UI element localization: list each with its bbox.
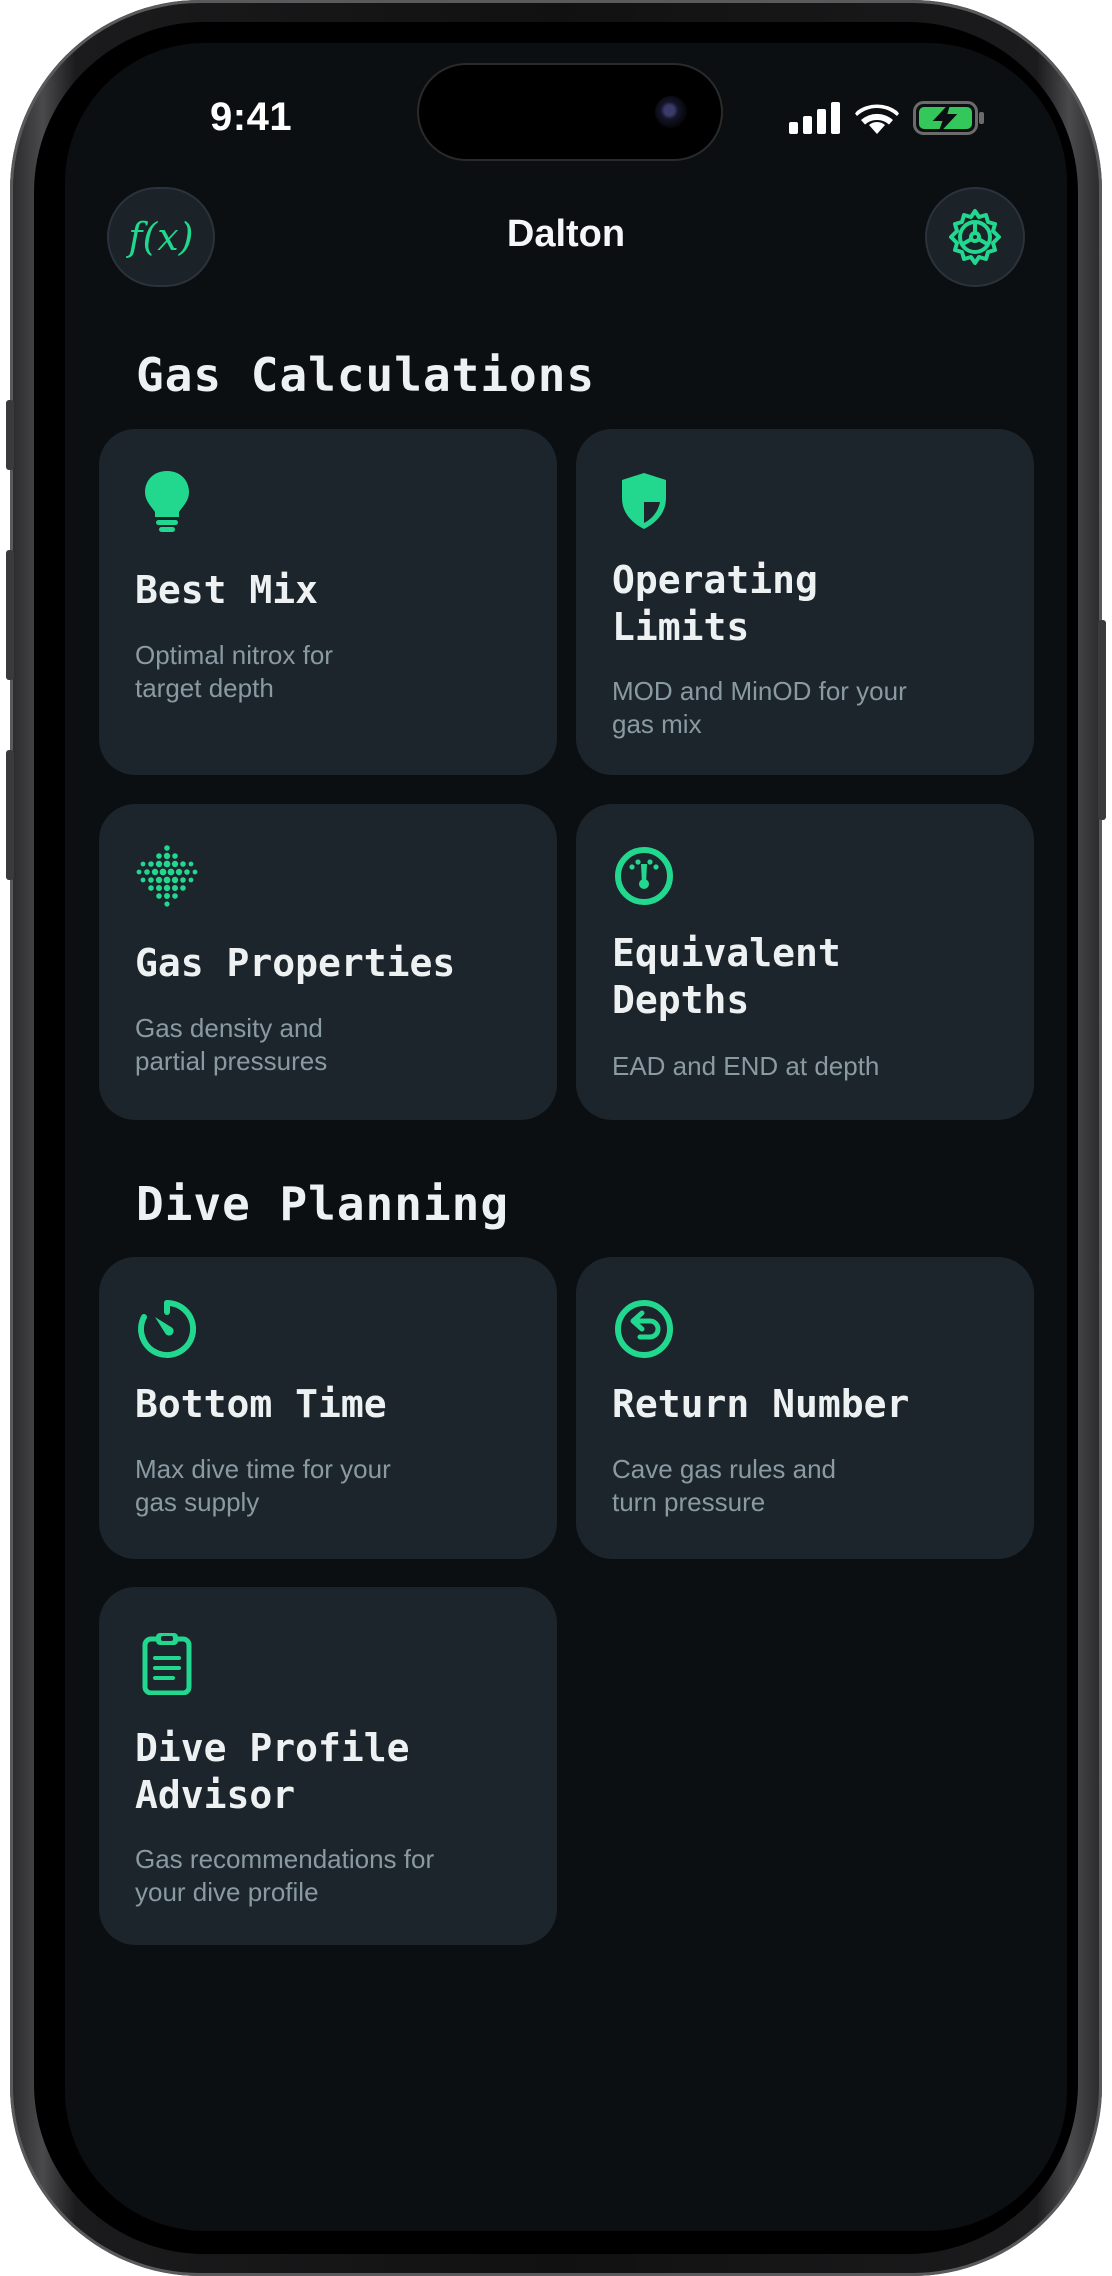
volume-up-button (6, 550, 14, 680)
screen: 9:41 f(x) Dalton Gas Calculations Best M… (65, 43, 1067, 2231)
battery-charging-icon (913, 101, 984, 135)
dynamic-island (419, 65, 721, 159)
card-title: Gas Properties (135, 941, 456, 985)
gauge-icon (615, 847, 673, 905)
cellular-signal-icon (789, 102, 840, 134)
clipboard-icon (142, 1633, 192, 1695)
home-indicator (425, 2211, 707, 2217)
card-subtitle: EAD and END at depth (612, 1051, 880, 1081)
card-operating-limits[interactable]: Operating Limits MOD and MinOD for your … (576, 429, 1034, 775)
page-title: Dalton (506, 213, 626, 255)
shield-icon (622, 473, 666, 529)
card-subtitle: Gas recommendations for your dive profil… (135, 1844, 435, 1907)
card-title: Best Mix (135, 568, 319, 612)
card-subtitle: Gas density and partial pressures (135, 1013, 328, 1076)
dot-grid-icon (136, 845, 198, 907)
card-subtitle: MOD and MinOD for your gas mix (612, 676, 907, 739)
phone-frame: 9:41 f(x) Dalton Gas Calculations Best M… (6, 0, 1106, 2276)
card-title: Bottom Time (135, 1382, 387, 1426)
volume-down-button (6, 750, 14, 880)
card-title: Equivalent Depths (612, 931, 841, 1022)
card-title: Dive Profile Advisor (135, 1726, 410, 1817)
card-dive-profile-advisor[interactable]: Dive Profile Advisor Gas recommendations… (99, 1587, 557, 1945)
card-bottom-time[interactable]: Bottom Time Max dive time for your gas s… (99, 1257, 557, 1559)
section-title-dive-planning: Dive Planning (136, 1177, 510, 1231)
lightbulb-icon (145, 471, 189, 532)
power-button (1098, 620, 1106, 820)
gear-icon (949, 209, 1001, 265)
card-return-number[interactable]: Return Number Cave gas rules and turn pr… (576, 1257, 1034, 1559)
card-equivalent-depths[interactable]: Equivalent Depths EAD and END at depth (576, 804, 1034, 1120)
card-best-mix[interactable]: Best Mix Optimal nitrox for target depth (99, 429, 557, 775)
section-title-gas-calculations: Gas Calculations (136, 348, 596, 402)
return-arrow-icon (615, 1300, 673, 1358)
action-button (6, 400, 14, 470)
status-time: 9:41 (210, 95, 293, 139)
card-subtitle: Cave gas rules and turn pressure (612, 1454, 837, 1517)
card-title: Operating Limits (612, 558, 818, 649)
card-title: Return Number (612, 1382, 910, 1426)
card-gas-properties[interactable]: Gas Properties Gas density and partial p… (99, 804, 557, 1120)
card-subtitle: Optimal nitrox for target depth (135, 640, 333, 703)
status-icons (789, 101, 985, 135)
camera-lens (655, 96, 687, 128)
card-subtitle: Max dive time for your gas supply (135, 1454, 391, 1517)
wifi-icon (855, 104, 899, 134)
settings-button[interactable] (925, 187, 1025, 287)
timer-icon (138, 1300, 197, 1358)
